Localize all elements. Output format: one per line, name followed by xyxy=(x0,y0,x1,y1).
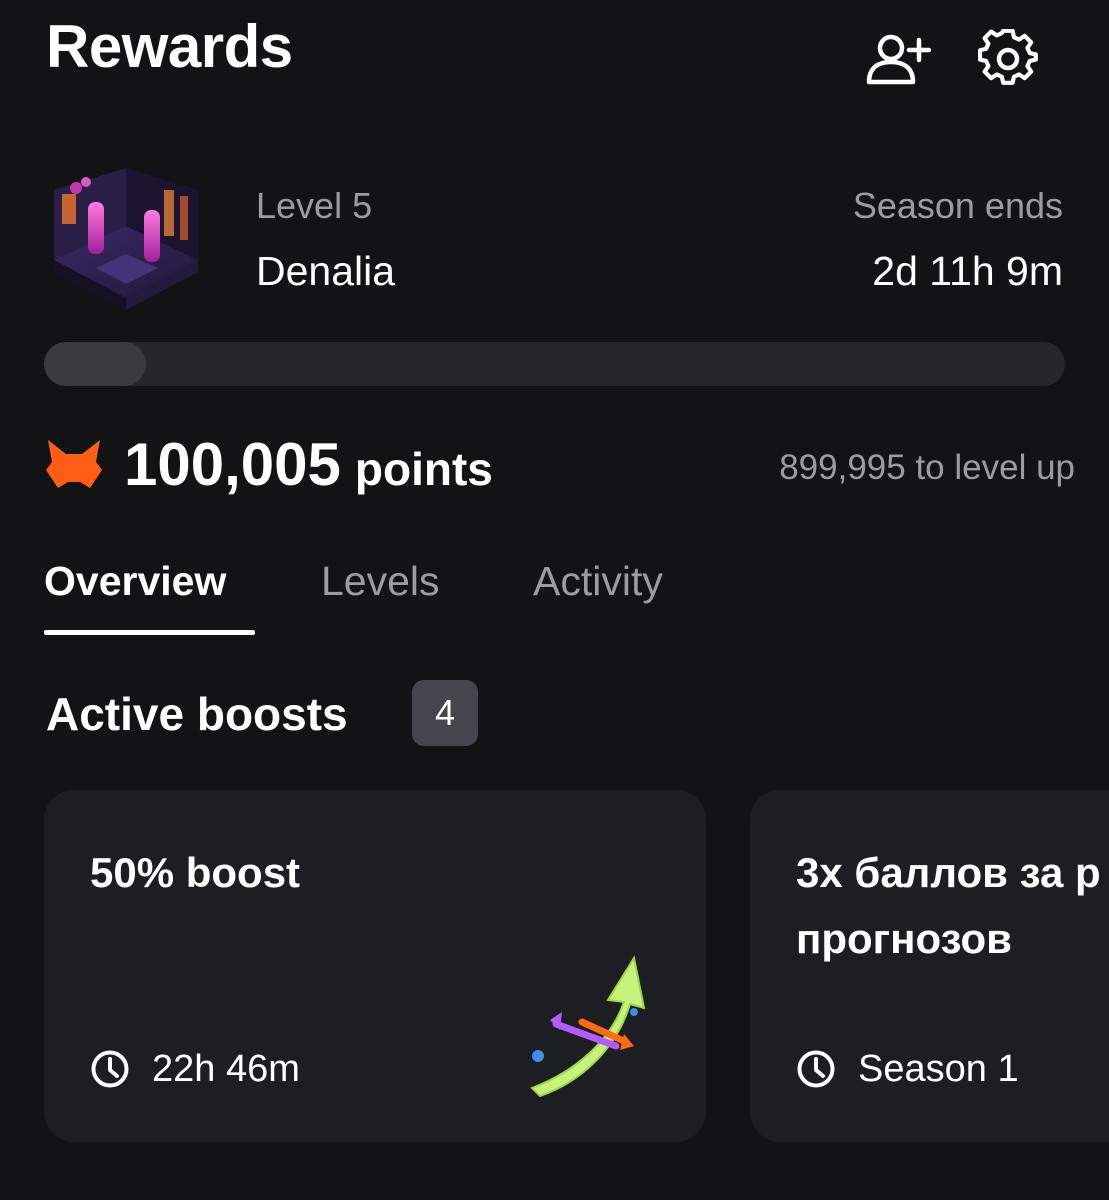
boost-card[interactable]: 3x баллов за р прогнозов Season 1 xyxy=(750,790,1109,1142)
boost-card-title-line: 3x баллов за р xyxy=(796,849,1101,896)
active-boosts-title: Active boosts xyxy=(46,688,348,740)
page-title: Rewards xyxy=(46,13,293,80)
active-tab-indicator xyxy=(44,630,255,635)
boost-arrow-illustration xyxy=(530,955,646,1098)
level-progress-bar xyxy=(44,342,1065,386)
boost-card[interactable]: 50% boost 22h 46m xyxy=(44,790,706,1142)
points-summary: 100,005 points xyxy=(124,432,493,502)
clock-icon xyxy=(91,1050,129,1088)
boost-card-title: 3x баллов за р прогнозов xyxy=(796,840,1101,972)
level-progress-fill xyxy=(44,342,147,386)
tab-levels[interactable]: Levels xyxy=(321,552,440,610)
fox-icon xyxy=(46,440,102,488)
season-remaining: 2d 11h 9m xyxy=(872,248,1063,294)
tab-overview[interactable]: Overview xyxy=(44,552,226,610)
gear-icon xyxy=(978,29,1038,85)
points-to-level-up: 899,995 to level up xyxy=(779,448,1075,487)
add-user-icon xyxy=(866,34,931,85)
rewards-screen: Rewards Level 5 Denalia Season ends 2d 1… xyxy=(0,0,1109,1200)
boost-card-title-line: прогнозов xyxy=(796,915,1012,962)
active-boosts-count-badge: 4 xyxy=(412,680,478,746)
season-ends-label: Season ends xyxy=(852,185,1063,226)
level-name: Denalia xyxy=(256,248,396,294)
points-unit: points xyxy=(354,443,493,495)
boost-card-meta: Season 1 xyxy=(796,1046,1019,1092)
boost-time-remaining: 22h 46m xyxy=(152,1048,300,1090)
boost-card-meta: 22h 46m xyxy=(90,1046,300,1092)
add-friend-button[interactable] xyxy=(863,24,933,94)
points-value: 100,005 xyxy=(124,431,341,498)
boost-duration: Season 1 xyxy=(858,1048,1019,1090)
clock-icon xyxy=(797,1050,835,1088)
tab-activity[interactable]: Activity xyxy=(533,552,663,610)
boost-card-title: 50% boost xyxy=(90,849,301,896)
settings-button[interactable] xyxy=(973,24,1043,94)
level-room-illustration xyxy=(54,168,198,310)
level-label: Level 5 xyxy=(256,185,373,226)
